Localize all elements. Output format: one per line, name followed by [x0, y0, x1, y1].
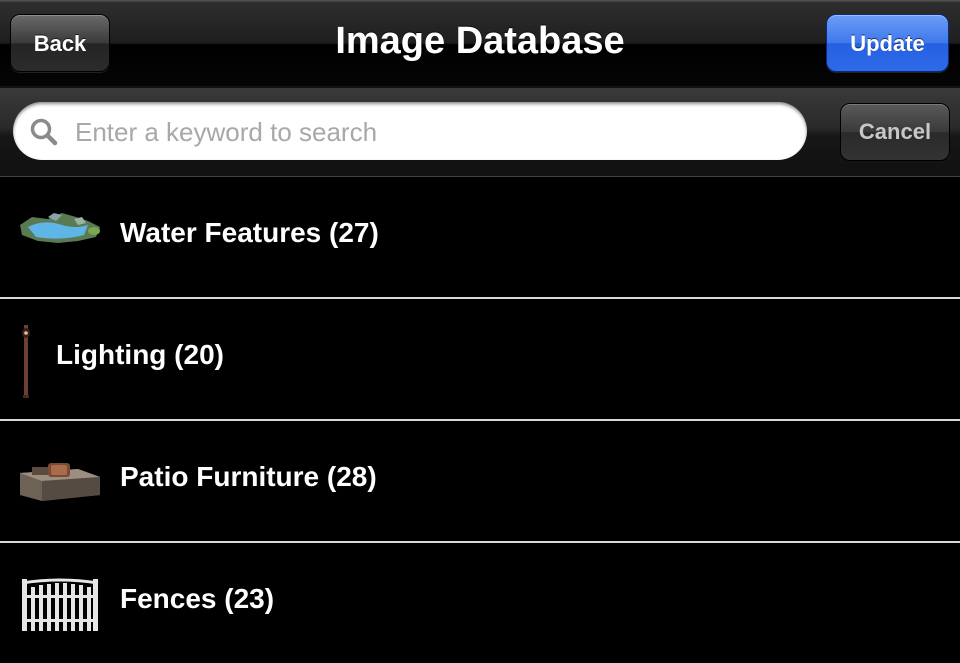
list-item-label: Water Features (27): [120, 217, 379, 248]
category-list: Water Features (27) Lighting (20) Patio …: [0, 177, 960, 663]
list-item-patio-furniture[interactable]: Patio Furniture (28): [0, 421, 960, 543]
lamp-post-icon: [22, 325, 30, 398]
list-item-fences[interactable]: Fences (23): [0, 543, 960, 663]
search-bar: Cancel: [0, 88, 960, 177]
list-item-label: Lighting (20): [56, 339, 224, 370]
list-item-label: Fences (23): [120, 583, 275, 614]
nav-bar: Back Image Database Update: [0, 0, 960, 88]
update-button[interactable]: Update: [826, 14, 949, 72]
fence-icon: [21, 578, 99, 631]
list-item-lighting[interactable]: Lighting (20): [0, 299, 960, 421]
patio-furniture-icon: [20, 463, 100, 501]
water-feature-icon: [20, 213, 100, 243]
search-input[interactable]: [73, 110, 777, 154]
list-item-water-features[interactable]: Water Features (27): [0, 177, 960, 299]
search-icon: [30, 118, 58, 146]
list-item-label: Patio Furniture (28): [120, 461, 377, 492]
page-title: Image Database: [335, 20, 625, 62]
cancel-button[interactable]: Cancel: [840, 103, 950, 161]
search-field[interactable]: [13, 102, 807, 160]
